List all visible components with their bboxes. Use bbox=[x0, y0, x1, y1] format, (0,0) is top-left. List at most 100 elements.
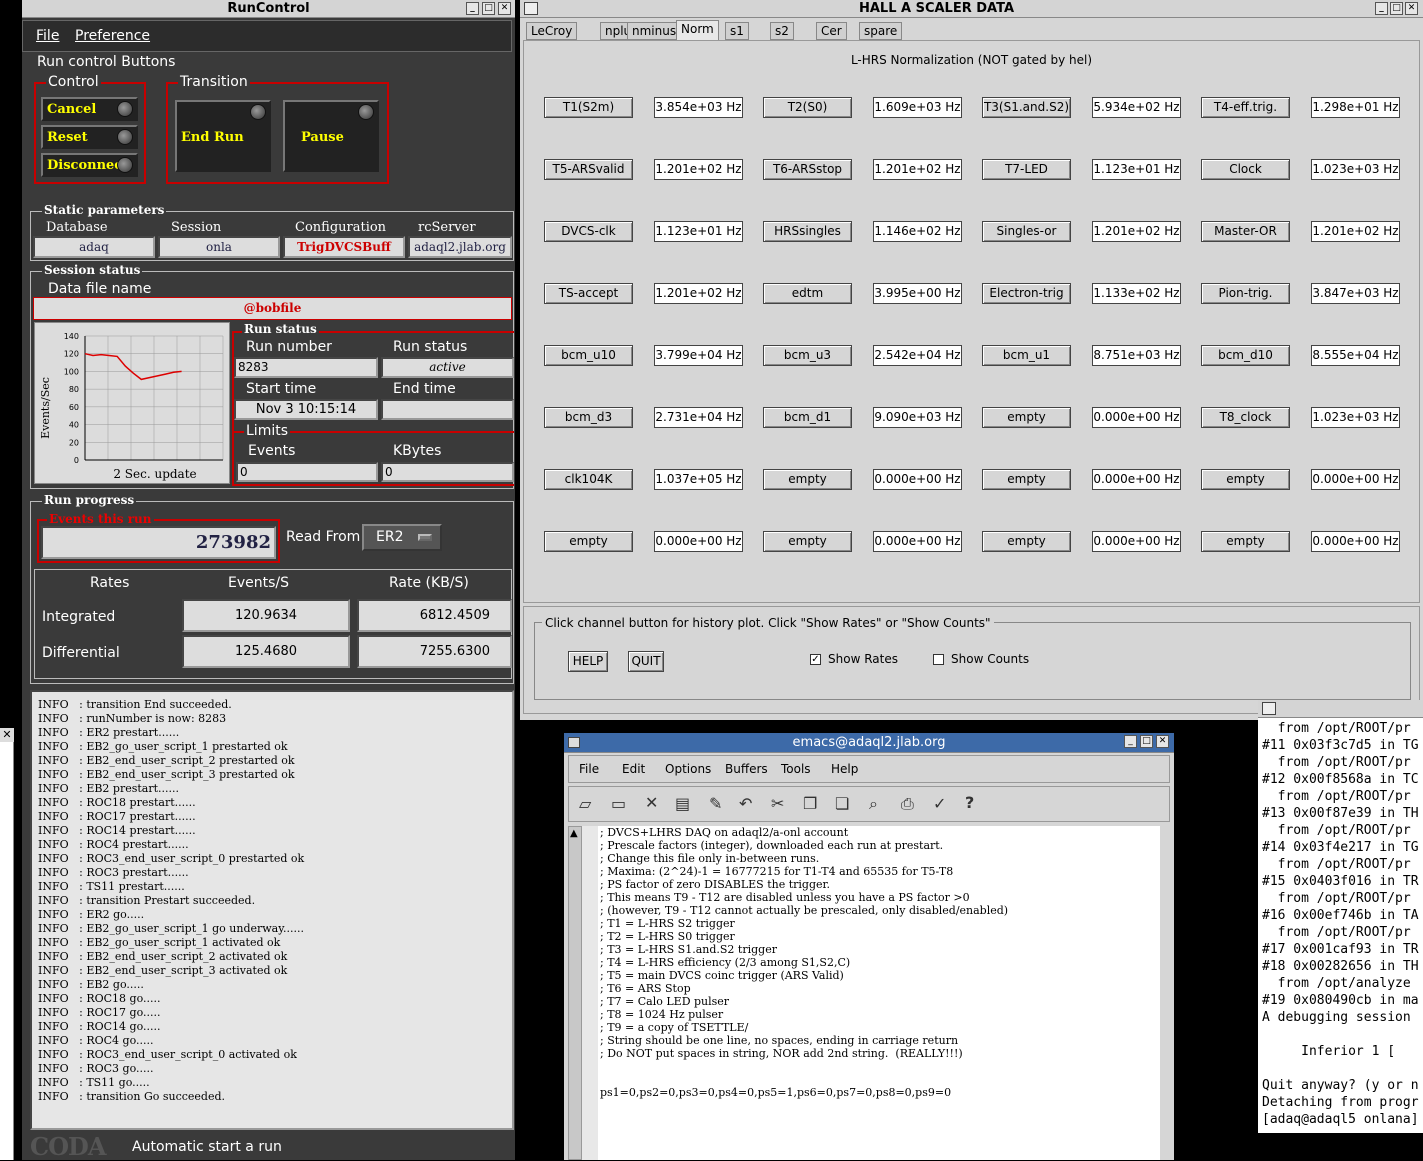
minimize-icon[interactable]: _ bbox=[1375, 2, 1388, 15]
channel-button[interactable]: empty bbox=[763, 531, 852, 552]
new-file-icon[interactable]: ▱ bbox=[579, 794, 591, 813]
emacs-toolbar: ▱ ▭ ✕ ▤ ✎ ↶ ✂ ❐ ❏ ⌕ ⎙ ✓ ? bbox=[568, 786, 1170, 822]
panel-heading: L-HRS Normalization (NOT gated by hel) bbox=[850, 53, 1093, 67]
y-tick-label: 40 bbox=[69, 421, 79, 430]
dropdown-icon bbox=[418, 534, 432, 541]
channel-button[interactable]: bcm_u10 bbox=[544, 345, 633, 366]
preferences-icon[interactable]: ✓ bbox=[933, 794, 946, 813]
channel-button[interactable]: TS-accept bbox=[544, 283, 633, 304]
show-rates-checkbox[interactable]: ✓ bbox=[810, 654, 821, 665]
channel-button[interactable]: T4-eff.trig. bbox=[1201, 97, 1290, 118]
scroll-up-icon[interactable]: ▲ bbox=[570, 828, 578, 839]
channel-button[interactable]: bcm_d1 bbox=[763, 407, 852, 428]
channel-button[interactable]: empty bbox=[763, 469, 852, 490]
emacs-menu-tools[interactable]: Tools bbox=[781, 762, 811, 776]
terminal-titlebar[interactable] bbox=[1258, 700, 1423, 718]
tab-s2[interactable]: s2 bbox=[770, 22, 794, 40]
emacs-menu-help[interactable]: Help bbox=[831, 762, 858, 776]
channel-rate-field: 3.847e+03 Hz bbox=[1311, 283, 1400, 304]
window-menu-icon[interactable] bbox=[524, 2, 538, 15]
tab-nminus[interactable]: nminus bbox=[627, 22, 682, 40]
quit-button[interactable]: QUIT bbox=[628, 651, 664, 672]
channel-button[interactable]: Pion-trig. bbox=[1201, 283, 1290, 304]
channel-button[interactable]: T6-ARSstop bbox=[763, 159, 852, 180]
reset-button[interactable]: Reset bbox=[41, 125, 138, 149]
close-icon[interactable]: ✕ bbox=[1405, 2, 1418, 15]
kbytes-limit-field[interactable]: 0 bbox=[381, 462, 514, 482]
channel-button[interactable]: DVCS-clk bbox=[544, 221, 633, 242]
maximize-icon[interactable]: □ bbox=[482, 2, 495, 15]
channel-button[interactable]: bcm_d3 bbox=[544, 407, 633, 428]
channel-button[interactable]: bcm_u1 bbox=[982, 345, 1071, 366]
channel-button[interactable]: Clock bbox=[1201, 159, 1290, 180]
cancel-button[interactable]: Cancel bbox=[41, 97, 138, 121]
save-icon[interactable]: ▤ bbox=[675, 794, 690, 813]
paste-icon[interactable]: ❏ bbox=[835, 794, 849, 813]
channel-button[interactable]: T1(S2m) bbox=[544, 97, 633, 118]
runnum-field: 8283 bbox=[234, 357, 378, 378]
close-icon[interactable]: ✕ bbox=[0, 728, 14, 742]
channel-button[interactable]: empty bbox=[982, 469, 1071, 490]
emacs-menu-edit[interactable]: Edit bbox=[622, 762, 645, 776]
close-icon[interactable]: ✕ bbox=[498, 2, 511, 15]
events-limit-field[interactable]: 0 bbox=[236, 462, 378, 482]
print-icon[interactable]: ⎙ bbox=[901, 794, 914, 814]
channel-button[interactable]: empty bbox=[1201, 469, 1290, 490]
channel-button[interactable]: HRSsingles bbox=[763, 221, 852, 242]
help-button[interactable]: HELP bbox=[568, 651, 608, 672]
close-buffer-icon[interactable]: ✕ bbox=[645, 793, 658, 812]
pause-button[interactable]: Pause bbox=[283, 100, 379, 172]
search-icon[interactable]: ⌕ bbox=[869, 794, 878, 814]
window-menu-icon[interactable] bbox=[1262, 702, 1276, 715]
help-icon[interactable]: ? bbox=[965, 793, 974, 812]
channel-button[interactable]: bcm_u3 bbox=[763, 345, 852, 366]
cut-icon[interactable]: ✂ bbox=[771, 794, 784, 813]
runcontrol-titlebar[interactable]: RunControl _ □ ✕ bbox=[22, 0, 515, 18]
channel-button[interactable]: T3(S1.and.S2) bbox=[982, 97, 1071, 118]
tab-norm[interactable]: Norm bbox=[676, 20, 719, 40]
channel-button[interactable]: empty bbox=[1201, 531, 1290, 552]
emacs-scrollbar[interactable]: ▲ bbox=[568, 826, 582, 1160]
emacs-menu-file[interactable]: File bbox=[579, 762, 599, 776]
channel-button[interactable]: edtm bbox=[763, 283, 852, 304]
emacs-titlebar[interactable]: emacs@adaql2.jlab.org _ □ ✕ bbox=[564, 733, 1174, 753]
channel-button[interactable]: empty bbox=[982, 407, 1071, 428]
channel-button[interactable]: clk104K bbox=[544, 469, 633, 490]
maximize-icon[interactable]: □ bbox=[1390, 2, 1403, 15]
channel-button[interactable]: T7-LED bbox=[982, 159, 1071, 180]
tab-cer[interactable]: Cer bbox=[816, 22, 847, 40]
tab-lecroy[interactable]: LeCroy bbox=[526, 22, 578, 40]
info-log[interactable]: INFO : transition End succeeded. INFO : … bbox=[30, 690, 514, 1130]
window-menu-icon[interactable] bbox=[568, 737, 580, 748]
group-title: Run control Buttons bbox=[37, 54, 176, 70]
save-as-icon[interactable]: ✎ bbox=[709, 794, 722, 813]
tab-spare[interactable]: spare bbox=[859, 22, 903, 40]
channel-button[interactable]: T5-ARSvalid bbox=[544, 159, 633, 180]
open-folder-icon[interactable]: ▭ bbox=[611, 794, 626, 813]
scaler-titlebar[interactable]: HALL A SCALER DATA _ □ ✕ bbox=[520, 0, 1423, 18]
channel-button[interactable]: Electron-trig bbox=[982, 283, 1071, 304]
menu-file[interactable]: File bbox=[36, 28, 59, 44]
disconnect-button[interactable]: Disconnect bbox=[41, 153, 138, 177]
copy-icon[interactable]: ❐ bbox=[803, 794, 817, 813]
channel-button[interactable]: empty bbox=[544, 531, 633, 552]
channel-button[interactable]: bcm_d10 bbox=[1201, 345, 1290, 366]
tab-s1[interactable]: s1 bbox=[725, 22, 749, 40]
channel-button[interactable]: T8_clock bbox=[1201, 407, 1290, 428]
minimize-icon[interactable]: _ bbox=[1124, 735, 1137, 748]
show-counts-checkbox[interactable] bbox=[933, 654, 944, 665]
channel-button[interactable]: Master-OR bbox=[1201, 221, 1290, 242]
channel-button[interactable]: empty bbox=[982, 531, 1071, 552]
emacs-menu-options[interactable]: Options bbox=[665, 762, 711, 776]
end-run-button[interactable]: End Run bbox=[175, 100, 271, 172]
emacs-buffer[interactable]: ; DVCS+LHRS DAQ on adaql2/a-onl account … bbox=[598, 826, 1160, 1160]
channel-button[interactable]: T2(S0) bbox=[763, 97, 852, 118]
undo-icon[interactable]: ↶ bbox=[739, 794, 752, 813]
close-icon[interactable]: ✕ bbox=[1156, 735, 1169, 748]
read-from-select[interactable]: ER2 bbox=[362, 524, 442, 551]
emacs-menu-buffers[interactable]: Buffers bbox=[725, 762, 768, 776]
menu-preference[interactable]: Preference bbox=[75, 28, 150, 44]
maximize-icon[interactable]: □ bbox=[1140, 735, 1153, 748]
minimize-icon[interactable]: _ bbox=[466, 2, 479, 15]
channel-button[interactable]: Singles-or bbox=[982, 221, 1071, 242]
